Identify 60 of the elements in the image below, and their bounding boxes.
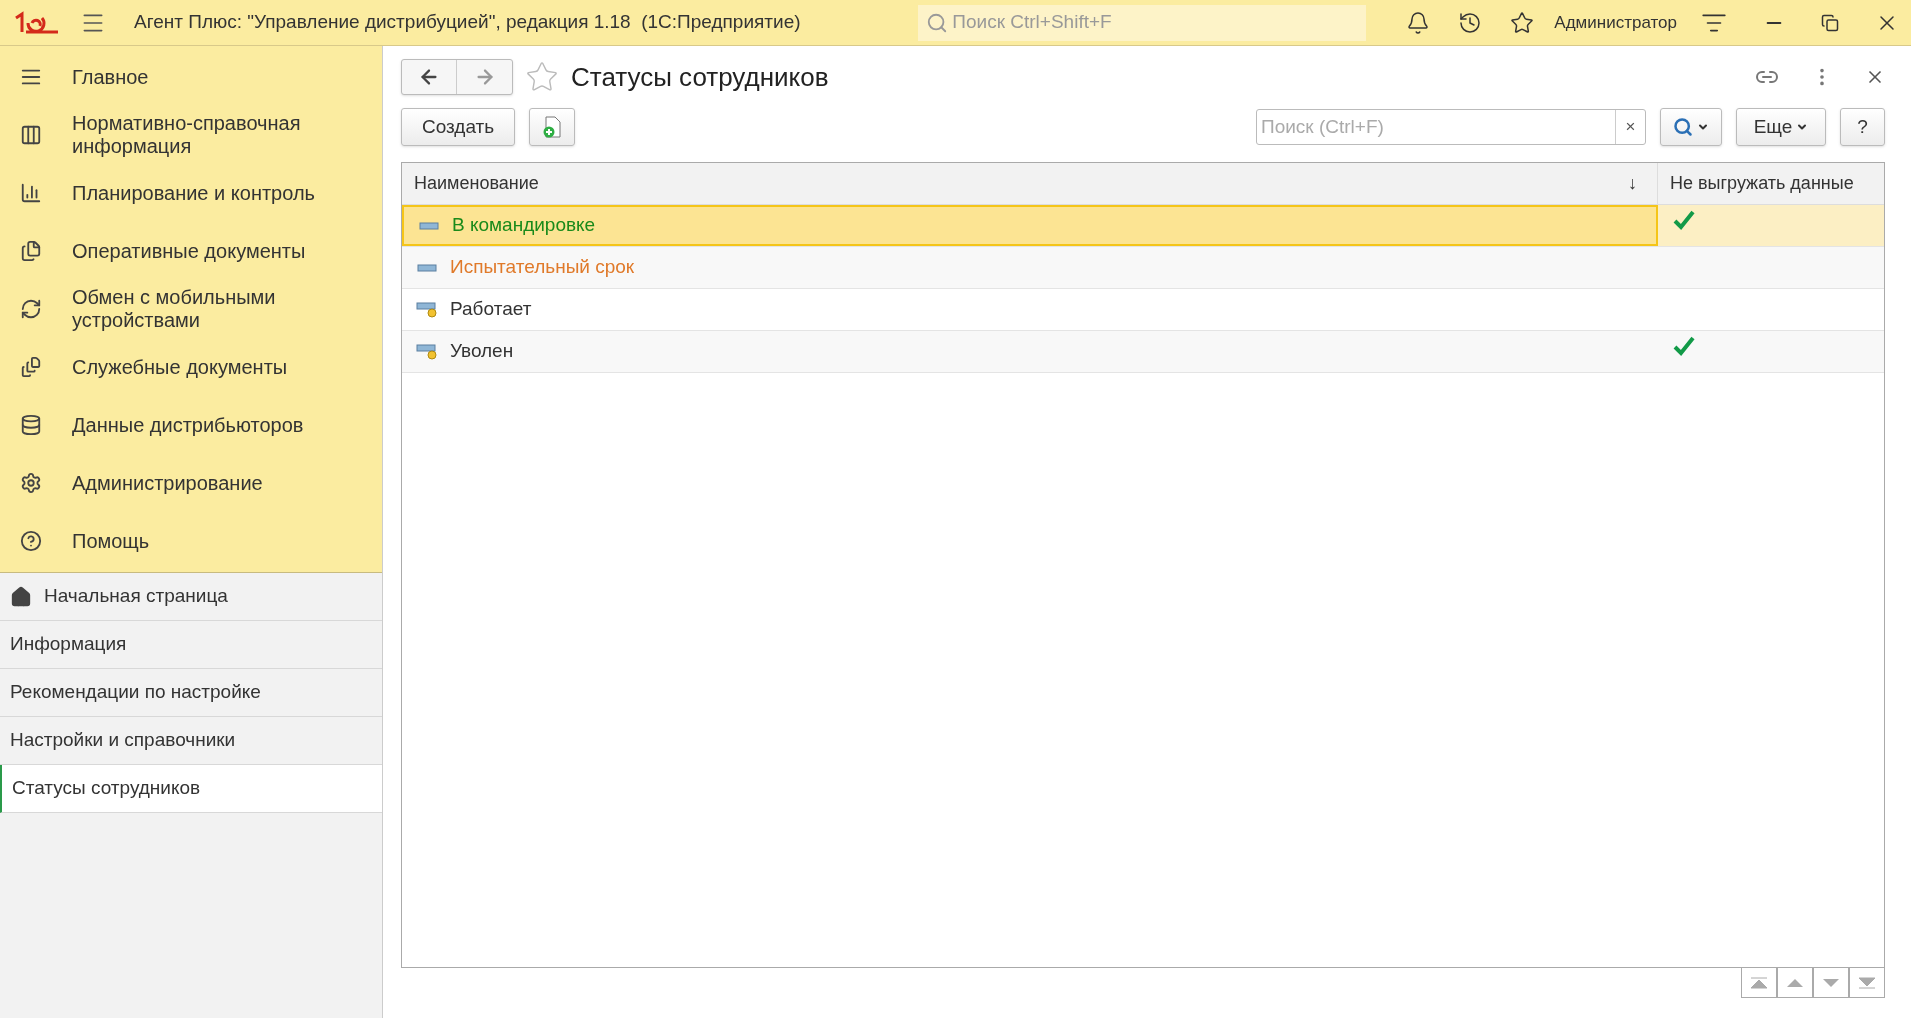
scroll-up-icon (1786, 976, 1804, 989)
open-page-tab[interactable]: Начальная страница (0, 573, 382, 621)
table-cell-text: Испытательный срок (450, 255, 635, 280)
open-page-tab[interactable]: Рекомендации по настройке (0, 669, 382, 717)
database-icon (20, 414, 42, 436)
favorite-star-icon[interactable] (525, 60, 559, 94)
check-icon (1672, 335, 1696, 357)
section-item[interactable]: Обмен с мобильными устройствами (0, 280, 382, 338)
documents-icon (20, 356, 42, 378)
section-item[interactable]: Служебные документы (0, 338, 382, 396)
add-document-icon (541, 115, 564, 139)
global-search-field[interactable]: Поиск Ctrl+Shift+F (918, 4, 1367, 41)
refresh-icon (20, 298, 42, 320)
help-icon (20, 530, 42, 552)
global-search-input[interactable]: Поиск Ctrl+Shift+F (952, 8, 1359, 37)
section-item[interactable]: Планирование и контроль (0, 164, 382, 222)
section-item[interactable]: Нормативно-справочная информация (0, 106, 382, 164)
bell-icon[interactable] (1406, 10, 1431, 35)
settings-icon (20, 472, 42, 494)
history-icon[interactable] (1458, 10, 1483, 35)
column-header[interactable]: Не выгружать данные (1658, 163, 1884, 204)
section-item[interactable]: Помощь (0, 512, 382, 570)
table-cell-text: Работает (450, 297, 532, 322)
check-icon (1672, 209, 1696, 231)
search-field[interactable]: Поиск (Ctrl+F) × (1256, 109, 1646, 145)
row-icon (417, 263, 437, 272)
row-icon (416, 343, 438, 360)
search-options-button[interactable] (1660, 108, 1722, 146)
table-row[interactable]: В командировке (402, 205, 1884, 247)
section-item[interactable]: Главное (0, 48, 382, 106)
table-cell-text: Уволен (450, 339, 514, 364)
row-icon (419, 221, 439, 230)
section-item[interactable]: Администрирование (0, 454, 382, 512)
help-button[interactable]: ? (1840, 108, 1885, 146)
open-page-tab[interactable]: Статусы сотрудников (0, 765, 382, 813)
table-cell-text: В командировке (452, 213, 596, 238)
open-page-tab[interactable]: Информация (0, 621, 382, 669)
section-item[interactable]: Данные дистрибьюторов (0, 396, 382, 454)
columns-icon (20, 124, 42, 146)
more-button[interactable]: Еще (1736, 108, 1826, 146)
scroll-down-icon (1822, 976, 1840, 989)
form-title: Статусы сотрудников (571, 60, 829, 94)
restore-icon[interactable] (1821, 13, 1839, 32)
search-icon (1673, 117, 1693, 137)
column-header[interactable]: Наименование ↓ (402, 163, 1658, 204)
window-title: Агент Плюс: "Управление дистрибуцией", редакция 1.18 (1С:Предприятие) (134, 10, 801, 35)
section-item[interactable]: Оперативные документы (0, 222, 382, 280)
row-icon (416, 301, 438, 318)
table-row[interactable]: Уволен (402, 331, 1884, 373)
home-icon (10, 585, 32, 608)
clear-search-button[interactable]: × (1615, 110, 1645, 144)
search-icon (926, 11, 949, 34)
scroll-bottom-icon (1858, 976, 1876, 989)
bar-chart-icon (20, 182, 42, 204)
scroll-top-icon (1750, 976, 1768, 989)
star-icon[interactable] (1510, 10, 1535, 35)
create-copy-button[interactable] (529, 108, 576, 146)
user-name[interactable]: Администратор (1554, 9, 1677, 36)
documents-icon (20, 240, 42, 262)
create-button[interactable]: Создать (401, 108, 516, 146)
